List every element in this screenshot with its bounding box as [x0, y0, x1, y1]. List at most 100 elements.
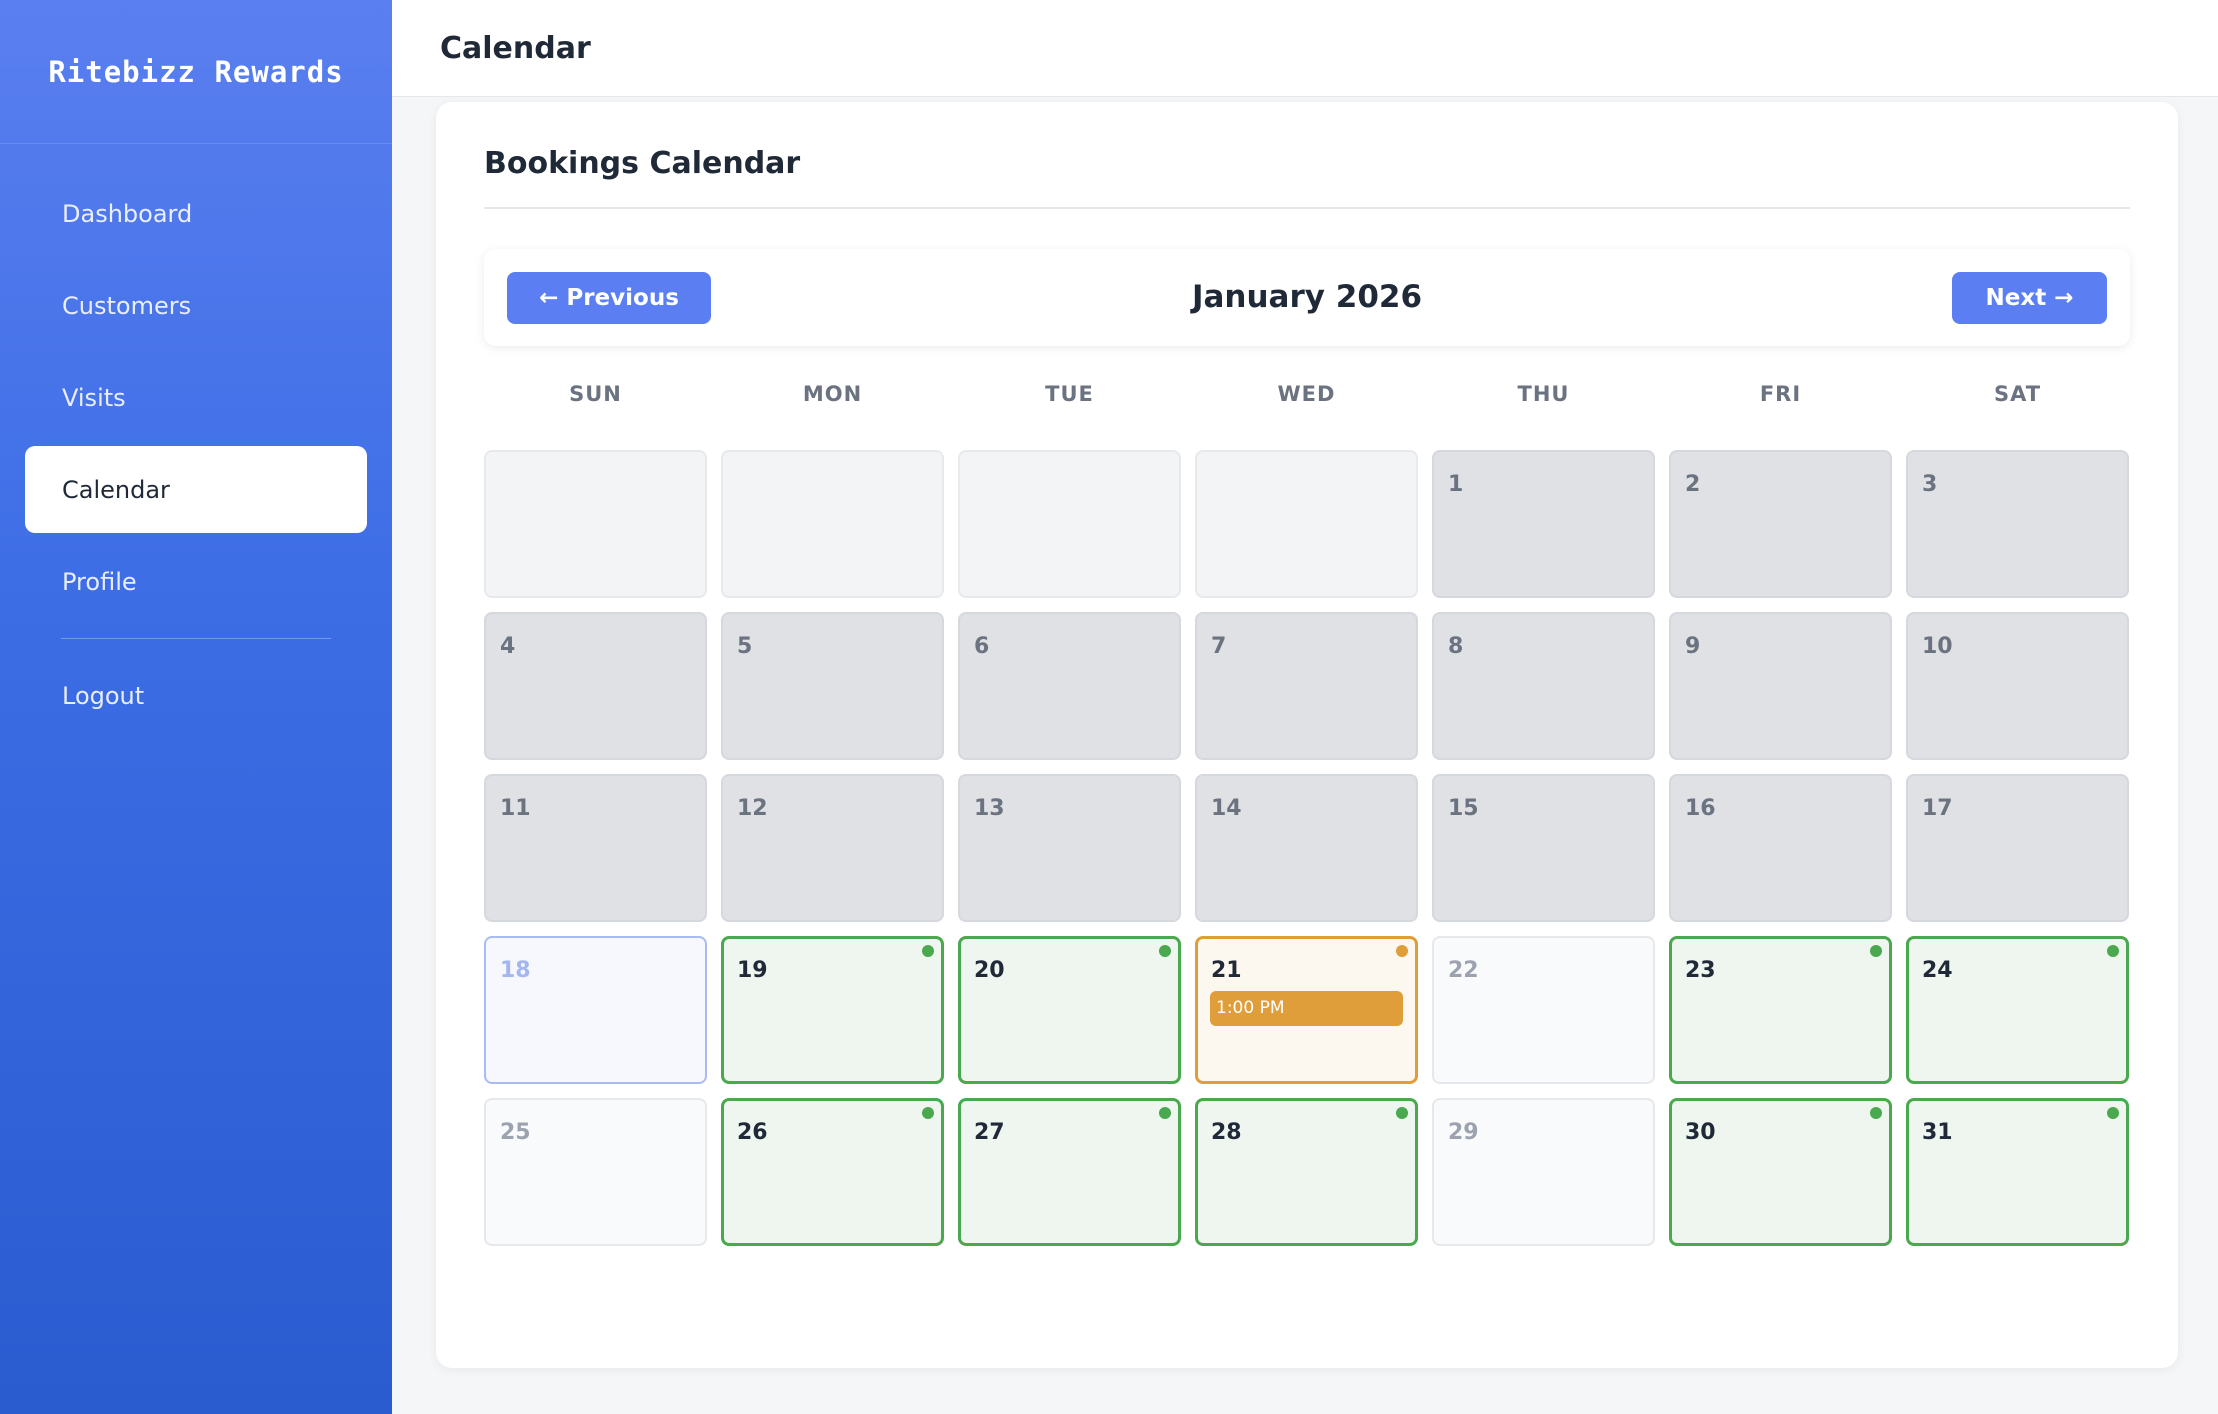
sidebar: Ritebizz Rewards Dashboard Customers Vis…	[0, 0, 392, 1414]
calendar-day-cell[interactable]: 26	[721, 1098, 944, 1246]
card-divider	[484, 207, 2130, 209]
available-indicator-icon	[2107, 1107, 2119, 1119]
day-number: 4	[500, 634, 516, 659]
calendar-days: 1 2 3 4 5 6 7 8 9 10 11 12 13 14 15 16 17 18 19 20 21 1:00 PM…	[484, 450, 2130, 1246]
calendar-day-cell: 6	[958, 612, 1181, 760]
calendar-day-cell: 16	[1669, 774, 1892, 922]
calendar-day-cell[interactable]: 20	[958, 936, 1181, 1084]
calendar-day-cell[interactable]: 24	[1906, 936, 2129, 1084]
day-number: 13	[974, 796, 1005, 821]
weekday-header: SUN MON TUE WED THU FRI SAT	[484, 372, 2130, 416]
available-indicator-icon	[922, 945, 934, 957]
calendar-day-cell: 14	[1195, 774, 1418, 922]
day-number: 17	[1922, 796, 1953, 821]
available-indicator-icon	[1870, 945, 1882, 957]
previous-month-button[interactable]: ← Previous	[507, 272, 711, 324]
calendar-day-cell: 7	[1195, 612, 1418, 760]
calendar-day-cell: 25	[484, 1098, 707, 1246]
calendar-day-cell[interactable]: 27	[958, 1098, 1181, 1246]
bookings-card: Bookings Calendar January 2026 ← Previou…	[436, 102, 2178, 1368]
day-number: 11	[500, 796, 531, 821]
day-number: 31	[1922, 1120, 1953, 1145]
sidebar-item-visits[interactable]: Visits	[25, 354, 367, 441]
top-bar: Calendar	[392, 0, 2218, 97]
day-number: 23	[1685, 958, 1716, 983]
calendar-day-cell: 4	[484, 612, 707, 760]
day-number: 15	[1448, 796, 1479, 821]
booking-event[interactable]: 1:00 PM	[1210, 991, 1403, 1026]
calendar-day-cell[interactable]: 19	[721, 936, 944, 1084]
day-number: 29	[1448, 1120, 1479, 1145]
day-number: 27	[974, 1120, 1005, 1145]
calendar-day-cell: 11	[484, 774, 707, 922]
weekday-label: TUE	[1045, 382, 1094, 406]
day-number: 5	[737, 634, 753, 659]
weekday-label: MON	[802, 382, 863, 406]
calendar-day-cell: 29	[1432, 1098, 1655, 1246]
day-number: 16	[1685, 796, 1716, 821]
calendar-grid: SUN MON TUE WED THU FRI SAT 1 2 3 4 5 6 7 8 9 10 1…	[484, 372, 2130, 1246]
calendar-day-cell: 10	[1906, 612, 2129, 760]
calendar-day-cell: 5	[721, 612, 944, 760]
sidebar-item-calendar[interactable]: Calendar	[25, 446, 367, 533]
weekday-label: SUN	[569, 382, 622, 406]
calendar-empty-cell	[958, 450, 1181, 598]
day-number: 30	[1685, 1120, 1716, 1145]
day-number: 3	[1922, 472, 1938, 497]
calendar-day-cell[interactable]: 21 1:00 PM	[1195, 936, 1418, 1084]
day-number: 9	[1685, 634, 1701, 659]
calendar-day-cell: 9	[1669, 612, 1892, 760]
calendar-empty-cell	[721, 450, 944, 598]
day-number: 14	[1211, 796, 1242, 821]
calendar-empty-cell	[1195, 450, 1418, 598]
calendar-day-cell: 13	[958, 774, 1181, 922]
day-number: 20	[974, 958, 1005, 983]
calendar-day-cell[interactable]: 23	[1669, 936, 1892, 1084]
card-title: Bookings Calendar	[484, 146, 801, 181]
calendar-day-cell: 22	[1432, 936, 1655, 1084]
day-number: 25	[500, 1120, 531, 1145]
sidebar-item-logout[interactable]: Logout	[25, 652, 367, 739]
sidebar-item-customers[interactable]: Customers	[25, 262, 367, 349]
weekday-label: WED	[1277, 382, 1336, 406]
day-number: 18	[500, 958, 531, 983]
available-indicator-icon	[922, 1107, 934, 1119]
sidebar-nav: Dashboard Customers Visits Calendar Prof…	[0, 170, 392, 739]
calendar-day-cell[interactable]: 31	[1906, 1098, 2129, 1246]
next-month-button[interactable]: Next →	[1952, 272, 2107, 324]
brand-logo[interactable]: Ritebizz Rewards	[0, 0, 392, 144]
day-number: 12	[737, 796, 768, 821]
calendar-day-cell[interactable]: 18	[484, 936, 707, 1084]
sidebar-item-profile[interactable]: Profile	[25, 538, 367, 625]
available-indicator-icon	[2107, 945, 2119, 957]
day-number: 24	[1922, 958, 1953, 983]
month-label: January 2026	[1191, 279, 1423, 315]
sidebar-item-dashboard[interactable]: Dashboard	[25, 170, 367, 257]
calendar-empty-cell	[484, 450, 707, 598]
day-number: 21	[1211, 958, 1242, 983]
available-indicator-icon	[1870, 1107, 1882, 1119]
calendar-day-cell: 2	[1669, 450, 1892, 598]
calendar-day-cell: 15	[1432, 774, 1655, 922]
day-number: 19	[737, 958, 768, 983]
day-number: 1	[1448, 472, 1464, 497]
day-number: 28	[1211, 1120, 1242, 1145]
sidebar-divider	[61, 638, 331, 639]
calendar-day-cell: 8	[1432, 612, 1655, 760]
day-number: 7	[1211, 634, 1227, 659]
calendar-day-cell: 12	[721, 774, 944, 922]
booked-indicator-icon	[1396, 945, 1408, 957]
available-indicator-icon	[1159, 1107, 1171, 1119]
month-navigation: January 2026 ← Previous Next →	[484, 249, 2130, 346]
day-number: 6	[974, 634, 990, 659]
day-number: 22	[1448, 958, 1479, 983]
calendar-day-cell: 1	[1432, 450, 1655, 598]
calendar-day-cell[interactable]: 30	[1669, 1098, 1892, 1246]
available-indicator-icon	[1159, 945, 1171, 957]
weekday-label: THU	[1517, 382, 1570, 406]
available-indicator-icon	[1396, 1107, 1408, 1119]
weekday-label: SAT	[1993, 382, 2042, 406]
day-number: 10	[1922, 634, 1953, 659]
page-title: Calendar	[440, 30, 591, 66]
calendar-day-cell[interactable]: 28	[1195, 1098, 1418, 1246]
